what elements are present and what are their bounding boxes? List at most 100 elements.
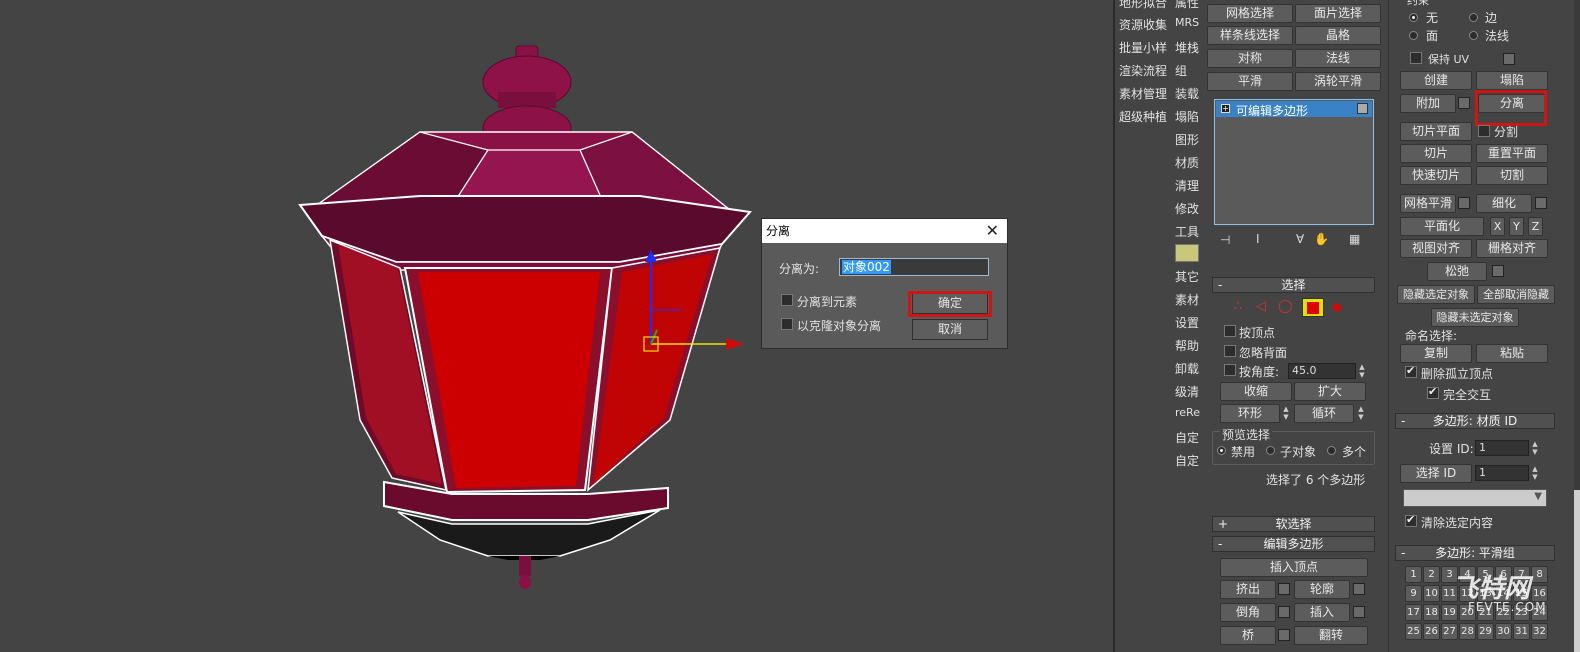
toolbar-item[interactable]: 自定 — [1175, 452, 1199, 469]
make-planar-button[interactable]: 平面化 — [1400, 217, 1484, 236]
toolbar-item[interactable]: 图形 — [1175, 131, 1199, 148]
preserve-uv-checkbox[interactable] — [1410, 52, 1422, 64]
split-checkbox[interactable] — [1478, 125, 1490, 137]
toolbar-item[interactable]: MRS — [1175, 16, 1199, 29]
smoothing-group-button[interactable]: 19 — [1441, 604, 1458, 621]
collapse-button[interactable]: 塌陷 — [1476, 71, 1548, 90]
toolbar-item[interactable]: 素材管理 — [1119, 85, 1167, 102]
tessellate-settings-icon[interactable] — [1535, 197, 1547, 209]
toolbar-item[interactable]: 组 — [1175, 62, 1187, 79]
smoothing-group-button[interactable]: 32 — [1531, 623, 1548, 640]
meshsmooth-button[interactable]: 网格平滑 — [1400, 194, 1456, 213]
smoothing-group-button[interactable]: 28 — [1459, 623, 1476, 640]
cut-button[interactable]: 切割 — [1476, 166, 1548, 185]
clear-selection-checkbox[interactable] — [1405, 513, 1417, 527]
toolbar-item[interactable]: 超级种植 — [1119, 108, 1167, 125]
constraint-edge-radio[interactable] — [1469, 13, 1478, 22]
toolbar-item[interactable]: reRe — [1175, 406, 1200, 419]
toolbar-item[interactable]: 帮助 — [1175, 337, 1199, 354]
outline-button[interactable]: 轮廓 — [1294, 580, 1350, 599]
toolbar-item[interactable]: 资源收集 — [1119, 16, 1167, 33]
angle-spinner[interactable]: ▲ ▼ — [1358, 363, 1366, 379]
smoothing-group-button[interactable]: 8 — [1531, 566, 1548, 583]
attach-button[interactable]: 附加 — [1400, 94, 1456, 113]
slice-plane-button[interactable]: 切片平面 — [1400, 122, 1472, 141]
edge-mode-icon[interactable]: ◁ — [1256, 299, 1266, 314]
toolbar-item[interactable]: 设置 — [1175, 314, 1199, 331]
smoothing-group-button[interactable]: 31 — [1513, 623, 1530, 640]
stack-item-toggle[interactable] — [1357, 103, 1368, 114]
toolbar-item[interactable]: 材质 — [1175, 154, 1199, 171]
make-unique-icon[interactable]: ∀ — [1296, 232, 1304, 246]
smoothing-group-button[interactable]: 9 — [1405, 585, 1422, 602]
by-vertex-checkbox[interactable] — [1224, 325, 1236, 337]
smoothing-group-button[interactable]: 26 — [1423, 623, 1440, 640]
smoothing-group-button[interactable]: 27 — [1441, 623, 1458, 640]
bevel-button[interactable]: 倒角 — [1220, 603, 1276, 622]
preview-disabled-radio[interactable] — [1217, 446, 1226, 455]
toolbar-item[interactable]: 工具 — [1175, 223, 1199, 240]
remove-modifier-icon[interactable]: ✋ — [1314, 232, 1329, 246]
reset-plane-button[interactable]: 重置平面 — [1476, 144, 1548, 163]
toolbar-item[interactable]: 渲染流程 — [1119, 62, 1167, 79]
vertex-mode-icon[interactable]: ∴ — [1234, 299, 1242, 314]
toolbar-item[interactable]: 其它 — [1175, 268, 1199, 285]
detach-to-element-checkbox[interactable] — [781, 294, 793, 306]
toolbar-item[interactable]: 属性 — [1175, 0, 1199, 11]
stack-item-editable-poly[interactable]: + 可编辑多边形 — [1216, 101, 1372, 118]
extrude-settings-icon[interactable] — [1278, 583, 1290, 595]
toolbar-item[interactable]: 卸载 — [1175, 360, 1199, 377]
toolbar-item[interactable]: 素材 — [1175, 291, 1199, 308]
relax-button[interactable]: 松弛 — [1427, 262, 1487, 281]
planar-x-button[interactable]: X — [1490, 217, 1505, 236]
smoothing-group-button[interactable]: 10 — [1423, 585, 1440, 602]
toolbar-item[interactable]: 地形拟合 — [1119, 0, 1167, 11]
toolbar-item[interactable]: 级清 — [1175, 383, 1199, 400]
bevel-settings-icon[interactable] — [1278, 606, 1290, 618]
inset-settings-icon[interactable] — [1353, 606, 1365, 618]
patch-select-button[interactable]: 面片选择 — [1295, 4, 1381, 23]
paste-button[interactable]: 粘贴 — [1476, 344, 1548, 363]
bridge-button[interactable]: 桥 — [1220, 626, 1276, 645]
planar-z-button[interactable]: Z — [1528, 217, 1543, 236]
mesh-select-button[interactable]: 网格选择 — [1207, 4, 1293, 23]
ring-spinner[interactable]: ▲ ▼ — [1282, 405, 1290, 421]
toolbar-item[interactable]: 自定 — [1175, 429, 1199, 446]
toolbar-item[interactable]: 堆栈 — [1175, 39, 1199, 56]
toolbar-highlight-swatch[interactable] — [1175, 244, 1199, 262]
smoothing-group-button[interactable]: 17 — [1405, 604, 1422, 621]
smoothing-group-button[interactable]: 2 — [1423, 566, 1440, 583]
insert-vertex-button[interactable]: 插入顶点 — [1220, 558, 1368, 577]
material-id-rollout-header[interactable]: - 多边形: 材质 ID — [1395, 413, 1555, 429]
loop-button[interactable]: 循环 — [1294, 404, 1354, 423]
extrude-button[interactable]: 挤出 — [1220, 580, 1276, 599]
toolbar-item[interactable]: 修改 — [1175, 200, 1199, 217]
edit-polygons-rollout-header[interactable]: - 编辑多边形 — [1212, 536, 1375, 552]
border-mode-icon[interactable]: ◯ — [1278, 299, 1293, 314]
attach-settings-icon[interactable] — [1458, 97, 1470, 109]
unhide-all-button[interactable]: 全部取消隐藏 — [1477, 285, 1555, 304]
by-angle-checkbox[interactable] — [1224, 364, 1236, 376]
view-align-button[interactable]: 视图对齐 — [1400, 239, 1472, 258]
preserve-uv-settings-icon[interactable] — [1503, 53, 1515, 65]
lattice-button[interactable]: 晶格 — [1295, 26, 1381, 45]
smoothing-group-button[interactable]: 29 — [1477, 623, 1494, 640]
select-id-button[interactable]: 选择 ID — [1400, 464, 1472, 483]
set-id-field[interactable]: 1 — [1475, 440, 1529, 456]
smoothing-group-button[interactable]: 18 — [1423, 604, 1440, 621]
smoothing-groups-rollout-header[interactable]: - 多边形: 平滑组 — [1395, 545, 1555, 561]
detach-as-clone-checkbox[interactable] — [781, 318, 793, 330]
inset-button[interactable]: 插入 — [1294, 603, 1350, 622]
element-mode-icon[interactable]: ◆ — [1332, 300, 1342, 315]
ring-button[interactable]: 环形 — [1220, 404, 1280, 423]
outline-settings-icon[interactable] — [1353, 583, 1365, 595]
angle-field[interactable]: 45.0 — [1288, 363, 1356, 379]
selection-rollout-header[interactable]: - 选择 — [1212, 277, 1375, 293]
set-id-spinner[interactable]: ▲ ▼ — [1531, 440, 1539, 456]
smoothing-group-button[interactable]: 30 — [1495, 623, 1512, 640]
relax-settings-icon[interactable] — [1492, 265, 1504, 277]
select-id-spinner[interactable]: ▲ ▼ — [1531, 465, 1539, 481]
soft-selection-rollout-header[interactable]: + 软选择 — [1212, 516, 1375, 532]
copy-button[interactable]: 复制 — [1400, 344, 1472, 363]
preview-subobj-radio[interactable] — [1266, 446, 1275, 455]
